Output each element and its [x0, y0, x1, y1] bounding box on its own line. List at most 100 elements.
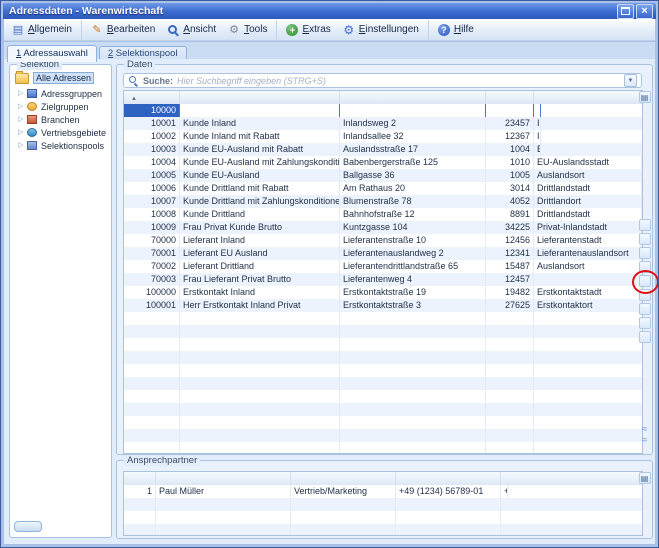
menu-item[interactable]: Hilfe — [432, 20, 480, 40]
table-row[interactable]: 70002 Lieferant Drittland Lieferantendri… — [124, 260, 642, 273]
cell-name: Kunde Drittland — [180, 208, 340, 221]
column-header[interactable] — [124, 472, 156, 485]
cell-ort: Drittlandstadt — [534, 208, 642, 221]
table-row[interactable]: 10006 Kunde Drittland mit Rabatt Am Rath… — [124, 182, 642, 195]
tree-item[interactable]: Selektionspools — [10, 139, 111, 152]
cell-ort: Auslandsort — [534, 260, 642, 273]
table-row[interactable]: 100001 Herr Erstkontakt Inland Privat Er… — [124, 299, 642, 312]
close-button[interactable] — [636, 4, 653, 19]
column-header[interactable] — [340, 91, 486, 104]
extras-icon — [286, 24, 298, 36]
expander-icon[interactable] — [18, 87, 27, 100]
wave-icon[interactable] — [639, 424, 651, 435]
column-header[interactable] — [180, 91, 340, 104]
maximize-button[interactable] — [617, 4, 634, 19]
table-row[interactable]: 10003 Kunde EU-Ausland mit Rabatt Auslan… — [124, 143, 172, 156]
cell-name: Lieferant Inland — [180, 234, 340, 247]
menu-item[interactable]: Ansicht — [161, 20, 222, 40]
tree-item[interactable]: Adressgruppen — [10, 87, 111, 100]
menu-item-label: Tools — [244, 24, 267, 35]
expander-icon[interactable] — [18, 100, 27, 113]
edit-icon — [91, 24, 103, 36]
cell-adnr: 10001 — [124, 117, 180, 130]
column-header[interactable] — [291, 472, 396, 485]
tree-item[interactable]: Zielgruppen — [10, 100, 111, 113]
table-row[interactable]: 70000 Lieferant Inland Lieferantenstraße… — [124, 234, 642, 247]
column-chooser-icon[interactable] — [639, 91, 651, 103]
column-header[interactable] — [486, 91, 534, 104]
target-groups-icon — [27, 102, 37, 111]
content-area: Selektion Alle Adressen Adressgruppen Zi… — [4, 59, 655, 544]
table-row[interactable]: 70001 Lieferant EU Ausland Lieferantenau… — [124, 247, 642, 260]
cell-strasse: Inlandstraße 1 — [340, 104, 486, 117]
industries-icon — [27, 115, 37, 124]
menu-item[interactable]: Einstellungen — [337, 20, 429, 40]
tree-item[interactable]: Vertriebsgebiete — [10, 126, 111, 139]
contacts-table-body: 1 Paul Müller Vertrieb/Marketing +49 (12… — [124, 485, 642, 535]
cell-ort — [534, 273, 642, 286]
column-header[interactable] — [501, 472, 642, 485]
cell-name: Kunde Drittland mit Zahlungskonditionen — [180, 195, 340, 208]
menu-item-label: Ansicht — [183, 24, 216, 35]
cell-plz: 12457 — [486, 273, 534, 286]
cell-telefon: +49 (1234) 56789-01 — [396, 485, 501, 498]
table-row[interactable]: 1 Paul Müller Vertrieb/Marketing +49 (12… — [124, 485, 156, 498]
wave-icon[interactable] — [639, 435, 651, 446]
table-row[interactable]: 10007 Kunde Drittland mit Zahlungskondit… — [124, 195, 642, 208]
table-row[interactable]: 10000 Kunde Inland mit Zahlungskondition… — [124, 104, 180, 117]
search-input[interactable]: Suche: Hier Suchbegriff eingeben (STRG+S… — [123, 73, 642, 88]
menubar: Allgemein Bearbeiten Ansicht Tools Extra… — [4, 19, 655, 41]
menu-item[interactable]: Allgemein — [6, 20, 82, 40]
table-row[interactable]: 10009 Frau Privat Kunde Brutto Kuntzgass… — [124, 221, 642, 234]
expander-icon[interactable] — [18, 139, 27, 152]
cell-strasse: Babenbergerstraße 125 — [340, 156, 486, 169]
cell-ort: Inlandsdorf — [534, 130, 541, 143]
column-header[interactable] — [124, 91, 180, 104]
tools-icon — [228, 24, 240, 36]
tree-scrollbar[interactable] — [14, 521, 42, 532]
cell-plz: 12341 — [486, 247, 534, 260]
cell-plz: 1005 — [486, 169, 534, 182]
cell-adnr: 10000 — [124, 104, 180, 117]
table-row[interactable]: 10004 Kunde EU-Ausland mit Zahlungskondi… — [124, 156, 642, 169]
expander-icon[interactable] — [18, 113, 27, 126]
search-icon — [128, 75, 139, 86]
cell-ort: Lieferantenstadt — [534, 234, 642, 247]
cell-adnr: 70000 — [124, 234, 180, 247]
column-chooser-icon[interactable] — [639, 472, 651, 484]
cell-adnr: 70001 — [124, 247, 180, 260]
cell-plz: 27625 — [486, 299, 534, 312]
tree-item[interactable]: Branchen — [10, 113, 111, 126]
column-header[interactable] — [396, 472, 501, 485]
filter-icon[interactable] — [624, 74, 637, 87]
cell-ort: Inlandstadt — [534, 117, 541, 130]
table-row[interactable]: 10005 Kunde EU-Ausland Ballgasse 36 1005… — [124, 169, 642, 182]
table-row[interactable]: 10008 Kunde Drittland Bahnhofstraße 12 8… — [124, 208, 642, 221]
app-window: Adressdaten - Warenwirtschaft Allgemein … — [0, 0, 659, 548]
cell-adnr: 10006 — [124, 182, 180, 195]
table-row[interactable]: 10002 Kunde Inland mit Rabatt Inlandsall… — [124, 130, 270, 143]
table-row[interactable]: 70003 Frau Lieferant Privat Brutto Liefe… — [124, 273, 642, 286]
cell-plz: 4052 — [486, 195, 534, 208]
tree-root-alle-adressen[interactable]: Alle Adressen — [15, 72, 111, 84]
tree-item-label: Vertriebsgebiete — [41, 128, 106, 138]
expander-icon[interactable] — [18, 126, 27, 139]
cell-adnr: 100001 — [124, 299, 180, 312]
menu-item[interactable]: Extras — [280, 20, 336, 40]
menu-item[interactable]: Bearbeiten — [85, 20, 161, 40]
column-header[interactable] — [534, 91, 642, 104]
view-icon — [167, 24, 179, 36]
table-row[interactable]: 10001 Kunde Inland Inlandsweg 2 23457 In… — [124, 117, 284, 130]
cell-ort: Drittlandstadt — [534, 182, 642, 195]
menu-item[interactable]: Tools — [222, 20, 277, 40]
cell-ort: Auslandsort — [534, 169, 642, 182]
cell-strasse: Blumenstraße 78 — [340, 195, 486, 208]
cell-ort: Inlandsort — [534, 104, 541, 117]
table-row[interactable]: 100000 Erstkontakt Inland Erstkontaktstr… — [124, 286, 642, 299]
cell-name: Paul Müller — [156, 485, 291, 498]
cell-strasse: Lieferantendrittlandstraße 65 — [340, 260, 486, 273]
cell-adnr: 100000 — [124, 286, 180, 299]
cell-ort: Lieferantenauslandsort — [534, 247, 642, 260]
cell-name: Lieferant EU Ausland — [180, 247, 340, 260]
column-header[interactable] — [156, 472, 291, 485]
